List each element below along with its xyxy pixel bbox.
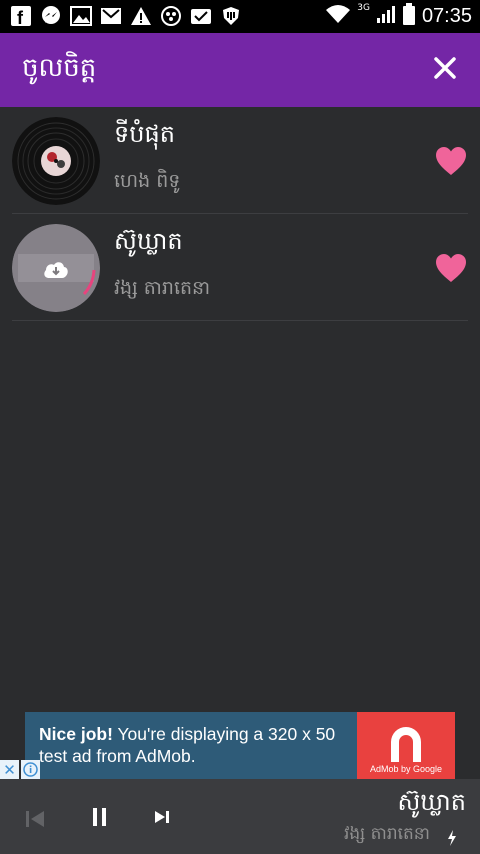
- favorite-button[interactable]: [434, 252, 468, 284]
- clock: 07:35: [421, 4, 472, 27]
- song-artist: វង្ស តារាតេនា: [114, 277, 211, 299]
- wifi-icon: [325, 4, 351, 28]
- mini-player: ស៊ូឃ្លាត វង្ស តារាតេនា: [0, 779, 480, 854]
- heart-icon: [434, 254, 468, 288]
- next-button[interactable]: [152, 807, 174, 827]
- now-playing-title: ស៊ូឃ្លាត: [397, 788, 466, 816]
- signal-icon: [376, 4, 396, 28]
- ad-close-icon[interactable]: ✕: [0, 760, 19, 779]
- song-title: ស៊ូឃ្លាត: [114, 227, 183, 255]
- cloud-download-icon[interactable]: [42, 258, 70, 284]
- media-icon: [160, 5, 182, 27]
- facebook-icon: f: [10, 5, 32, 27]
- pause-icon: [88, 808, 112, 833]
- ad-logo-label: AdMob by Google: [369, 764, 443, 774]
- messenger-icon: [40, 5, 62, 27]
- shield-app-icon: [220, 5, 242, 27]
- divider: [12, 320, 468, 321]
- now-playing-artist: វង្ស តារាតេនា: [343, 824, 430, 844]
- favorites-list: ទីបំផុត ហេង ពិទូ ស៊ូឃ្លាត វង្ស តារាតេនា: [0, 107, 480, 321]
- vinyl-record-icon: [12, 117, 100, 205]
- previous-button[interactable]: [24, 809, 48, 829]
- notification-icons: f: [10, 5, 242, 27]
- ad-headline: Nice job!: [39, 724, 113, 744]
- ad-text: Nice job! You're displaying a 320 x 50 t…: [39, 723, 359, 767]
- song-title: ទីបំផុត: [114, 120, 175, 148]
- svg-text:f: f: [17, 8, 24, 26]
- network-type: 3G: [357, 3, 370, 13]
- battery-icon: [402, 3, 416, 29]
- page-title: ចូលចិត្ត: [22, 53, 97, 83]
- close-button[interactable]: [428, 53, 462, 87]
- list-item[interactable]: ទីបំផុត ហេង ពិទូ: [0, 107, 480, 214]
- app-bar: ចូលចិត្ត: [0, 33, 480, 107]
- heart-icon: [434, 147, 468, 181]
- ad-info-icon[interactable]: [21, 760, 40, 779]
- gallery-icon: [70, 5, 92, 27]
- system-icons: 3G 07:35: [325, 3, 472, 29]
- list-item[interactable]: ស៊ូឃ្លាត វង្ស តារាតេនា: [0, 214, 480, 321]
- warning-icon: [130, 5, 152, 27]
- pause-button[interactable]: [88, 805, 112, 829]
- song-artist: ហេង ពិទូ: [114, 170, 181, 192]
- status-bar: f 3G 07:35: [0, 0, 480, 33]
- favorite-button[interactable]: [434, 145, 468, 177]
- mail-check-icon: [190, 5, 212, 27]
- admob-logo[interactable]: AdMob by Google: [357, 712, 455, 779]
- gmail-icon: [100, 5, 122, 27]
- ad-banner[interactable]: Nice job! You're displaying a 320 x 50 t…: [25, 712, 455, 779]
- lightning-icon: [446, 829, 458, 847]
- next-icon: [152, 811, 174, 831]
- close-icon: [434, 57, 456, 83]
